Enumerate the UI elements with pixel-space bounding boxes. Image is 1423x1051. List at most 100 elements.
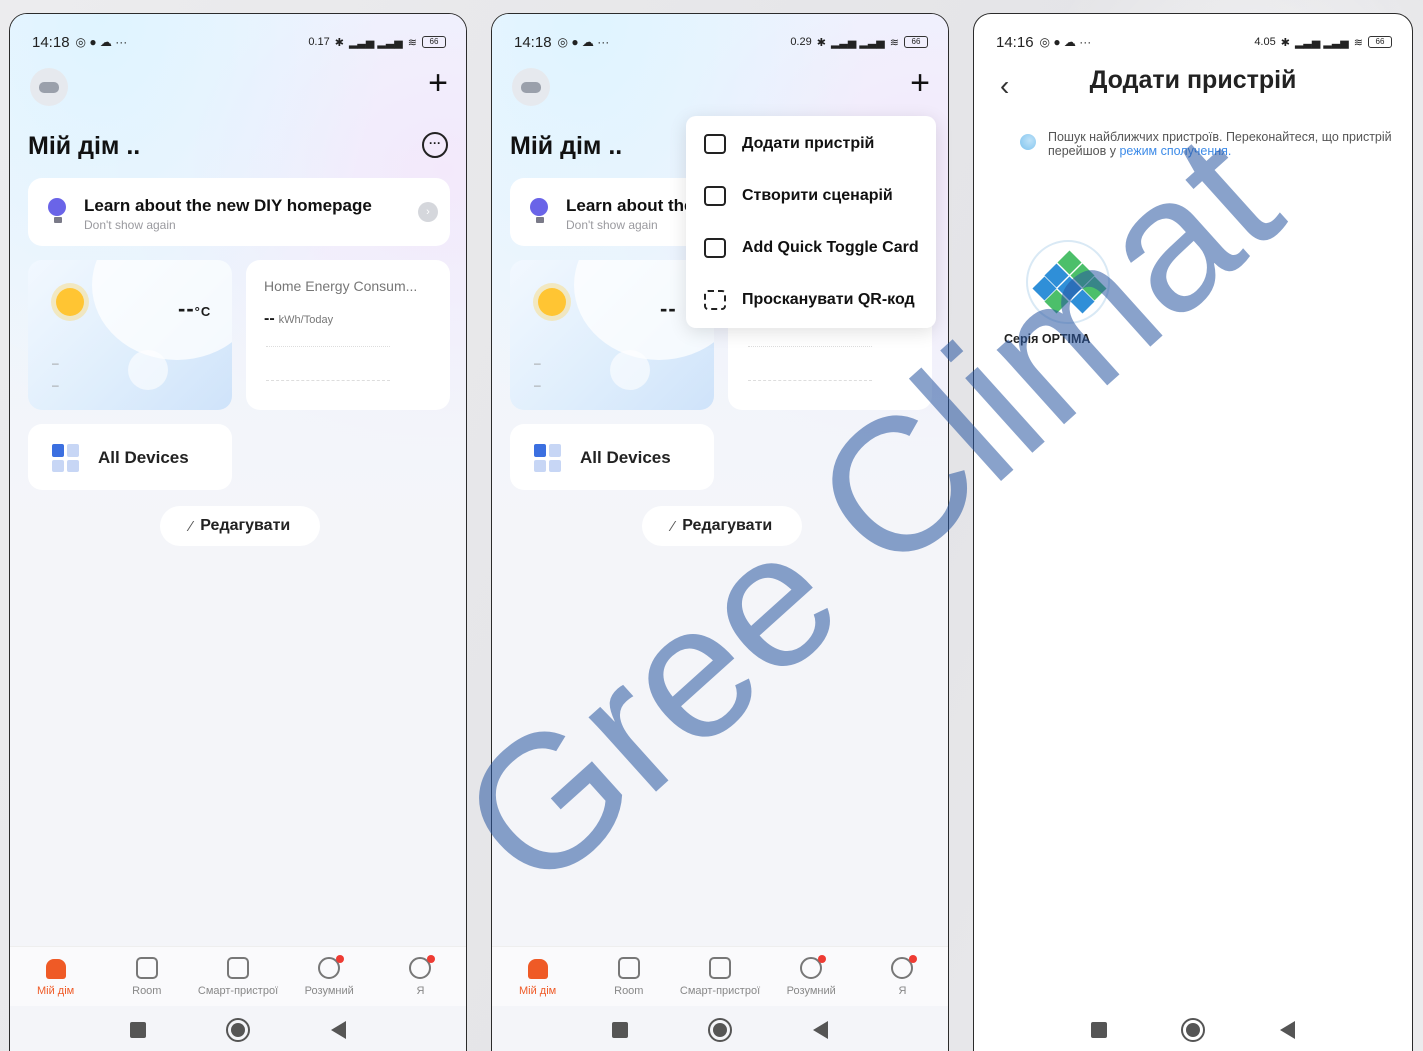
system-nav-bar (492, 1010, 948, 1050)
optima-device-tile[interactable] (1026, 240, 1110, 324)
tab-smart-devices[interactable]: Смарт-пристрої (192, 947, 283, 1006)
scene-check-icon (704, 186, 726, 206)
home-nav-icon[interactable] (1181, 1018, 1206, 1042)
tab-smart-devices[interactable]: Смарт-пристрої (674, 947, 765, 1006)
network-speed: 4.05 (1254, 36, 1276, 48)
status-bar: 14:16 ◎ ● ☁ ··· 4.05 ✱ ▂▃▅ ▂▃▅ ≋ 66 (996, 32, 1392, 52)
wifi-icon: ≋ (889, 36, 899, 49)
signal-icon: ▂▃▅ ▂▃▅ (830, 36, 885, 49)
pencil-icon: ⁄ (189, 517, 193, 535)
dont-show-again-link[interactable]: Don't show again (566, 218, 658, 232)
tab-me[interactable]: Я (857, 947, 948, 1006)
whatsapp-icon: ◎ ● ☁ ··· (557, 35, 610, 49)
search-status-text: Пошук найближчих пристроїв. Переконайтес… (1048, 130, 1392, 158)
avatar[interactable] (30, 68, 68, 106)
status-time: 14:16 (996, 33, 1034, 51)
weather-card[interactable]: --°C – – (28, 260, 232, 410)
tab-room[interactable]: Room (101, 947, 192, 1006)
battery-icon: 66 (904, 36, 928, 48)
room-icon (617, 957, 640, 979)
menu-scan-qr[interactable]: Просканувати QR-код (686, 274, 936, 326)
temperature-value: --°C (178, 296, 212, 321)
smart-icon (800, 955, 827, 979)
home-nav-icon[interactable] (226, 1018, 251, 1042)
whatsapp-icon: ◎ ● ☁ ··· (75, 35, 128, 49)
add-button[interactable]: + (910, 66, 930, 100)
menu-add-quick-toggle[interactable]: Add Quick Toggle Card (686, 222, 936, 274)
status-bar: 14:18 ◎ ● ☁ ··· 0.17 ✱ ▂▃▅ ▂▃▅ ≋ 66 (32, 32, 446, 52)
bluetooth-icon: ✱ (334, 36, 344, 49)
dont-show-again-link[interactable]: Don't show again (84, 218, 176, 232)
menu-create-scene[interactable]: Створити сценарій (686, 170, 936, 222)
home-title[interactable]: Мій дім .. (510, 132, 622, 161)
back-nav-icon[interactable] (1279, 1021, 1295, 1039)
system-nav-bar (10, 1010, 466, 1050)
device-label: Серія OPTIMA (1004, 332, 1091, 346)
network-speed: 0.17 (308, 36, 330, 48)
home-icon (45, 959, 66, 979)
recents-icon[interactable] (1091, 1022, 1108, 1038)
energy-value: -- kWh/Today (264, 310, 334, 327)
devices-grid-icon (52, 444, 80, 472)
more-options-icon[interactable]: ··· (422, 132, 448, 158)
all-devices-label: All Devices (580, 448, 671, 467)
battery-icon: 66 (422, 36, 446, 48)
learn-banner[interactable]: Learn about the new DIY homepage Don't s… (28, 178, 450, 246)
pairing-mode-link[interactable]: режим сполучення. (1119, 144, 1231, 158)
phone-home-screen: 14:18 ◎ ● ☁ ··· 0.17 ✱ ▂▃▅ ▂▃▅ ≋ 66 + Мі… (9, 13, 467, 1051)
weather-detail-2: – (534, 378, 541, 392)
edit-button[interactable]: ⁄ Редагувати (642, 506, 802, 546)
back-nav-icon[interactable] (812, 1021, 828, 1039)
tab-my-home[interactable]: Мій дім (492, 947, 583, 1006)
lightbulb-icon (530, 198, 550, 224)
system-nav-bar (974, 1010, 1412, 1050)
tab-my-home[interactable]: Мій дім (10, 947, 101, 1006)
weather-detail-1: – (52, 356, 59, 370)
checkbox-icon (227, 957, 249, 979)
edit-label: Редагувати (200, 517, 291, 534)
edit-label: Редагувати (682, 517, 773, 534)
sun-icon (56, 288, 84, 316)
page-title: Додати пристрій (1089, 66, 1297, 94)
menu-add-device[interactable]: Додати пристрій (686, 118, 936, 170)
quick-toggle-icon (704, 238, 726, 258)
recents-icon[interactable] (130, 1022, 147, 1038)
room-icon (135, 957, 158, 979)
bluetooth-icon: ✱ (816, 36, 826, 49)
chevron-right-icon[interactable]: › (418, 202, 438, 222)
phone-add-device: 14:16 ◎ ● ☁ ··· 4.05 ✱ ▂▃▅ ▂▃▅ ≋ 66 ‹ До… (973, 13, 1413, 1051)
tab-smart[interactable]: Розумний (284, 947, 375, 1006)
weather-card[interactable]: -- – – (510, 260, 714, 410)
tab-room[interactable]: Room (583, 947, 674, 1006)
checkbox-icon (709, 957, 731, 979)
lightbulb-icon (48, 198, 68, 224)
tab-bar: Мій дім Room Смарт-пристрої Розумний Я (10, 946, 466, 1006)
status-time: 14:18 (514, 33, 552, 51)
profile-icon (891, 955, 918, 979)
tab-smart[interactable]: Розумний (766, 947, 857, 1006)
recents-icon[interactable] (612, 1022, 629, 1038)
energy-card[interactable]: Home Energy Consum... -- kWh/Today (246, 260, 450, 410)
avatar[interactable] (512, 68, 550, 106)
profile-icon (409, 955, 436, 979)
bluetooth-icon: ✱ (1280, 36, 1290, 49)
all-devices-card[interactable]: All Devices (510, 424, 714, 490)
tab-me[interactable]: Я (375, 947, 466, 1006)
signal-icon: ▂▃▅ ▂▃▅ (1294, 36, 1349, 49)
back-nav-icon[interactable] (330, 1021, 346, 1039)
home-icon (527, 959, 548, 979)
loading-spinner-icon (1020, 134, 1036, 150)
learn-title: Learn about the new DIY homepage (84, 196, 372, 215)
energy-title: Home Energy Consum... (264, 278, 418, 294)
all-devices-card[interactable]: All Devices (28, 424, 232, 490)
home-title[interactable]: Мій дім .. (28, 132, 140, 161)
smart-icon (318, 955, 345, 979)
pencil-icon: ⁄ (671, 517, 675, 535)
add-button[interactable]: + (428, 66, 448, 100)
devices-grid-icon (534, 444, 562, 472)
qr-scan-icon (704, 290, 726, 310)
whatsapp-icon: ◎ ● ☁ ··· (1039, 35, 1092, 49)
home-nav-icon[interactable] (708, 1018, 733, 1042)
weather-detail-2: – (52, 378, 59, 392)
edit-button[interactable]: ⁄ Редагувати (160, 506, 320, 546)
